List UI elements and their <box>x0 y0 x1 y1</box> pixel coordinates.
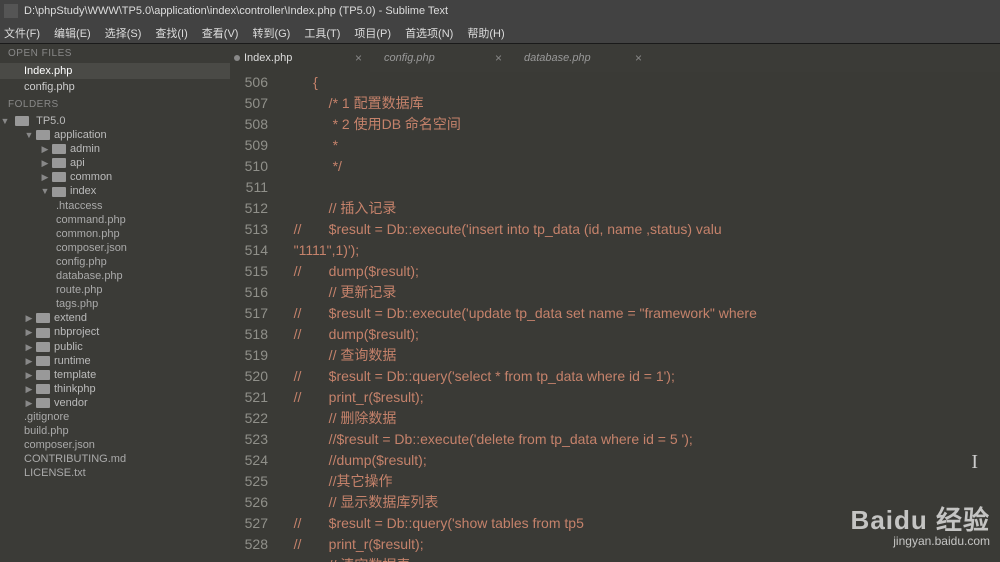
folders-header: FOLDERS <box>0 95 230 114</box>
file-item[interactable]: route.php <box>0 283 230 297</box>
chevron-right-icon: ▶ <box>24 313 34 324</box>
folder-item[interactable]: ▶common <box>0 170 230 184</box>
file-item[interactable]: tags.php <box>0 297 230 311</box>
folder-icon <box>36 356 50 366</box>
folder-item[interactable]: ▼application <box>0 128 230 142</box>
line-gutter: 506 507 508 509 510 511 512 513 514 515 … <box>230 72 282 562</box>
editor-tab[interactable]: config.php× <box>370 44 510 72</box>
editor-tab[interactable]: Index.php× <box>230 44 370 72</box>
folder-item[interactable]: ▶runtime <box>0 354 230 368</box>
open-file-item[interactable]: Index.php <box>0 63 230 79</box>
open-files-header: OPEN FILES <box>0 44 230 63</box>
open-file-item[interactable]: config.php <box>0 79 230 95</box>
folder-icon <box>15 116 29 126</box>
menu-item[interactable]: 查看(V) <box>202 25 239 41</box>
folder-item[interactable]: ▶thinkphp <box>0 382 230 396</box>
chevron-down-icon: ▼ <box>40 186 50 196</box>
file-item[interactable]: database.php <box>0 269 230 283</box>
file-item[interactable]: CONTRIBUTING.md <box>0 452 230 466</box>
chevron-right-icon: ▶ <box>24 342 34 353</box>
file-item[interactable]: config.php <box>0 255 230 269</box>
folder-item[interactable]: ▶vendor <box>0 396 230 410</box>
file-item[interactable]: build.php <box>0 424 230 438</box>
folder-icon <box>52 187 66 197</box>
chevron-right-icon: ▶ <box>24 327 34 338</box>
file-item[interactable]: LICENSE.txt <box>0 466 230 480</box>
menu-item[interactable]: 选择(S) <box>105 25 142 41</box>
close-icon[interactable]: × <box>355 51 362 65</box>
file-item[interactable]: composer.json <box>0 241 230 255</box>
tabbar: Index.php×config.php×database.php× <box>230 44 1000 72</box>
menu-item[interactable]: 工具(T) <box>304 25 340 41</box>
editor-tab[interactable]: database.php× <box>510 44 650 72</box>
window-titlebar: D:\phpStudy\WWW\TP5.0\application\index\… <box>0 0 1000 22</box>
folder-icon <box>36 370 50 380</box>
file-item[interactable]: command.php <box>0 213 230 227</box>
folder-icon <box>36 342 50 352</box>
chevron-right-icon: ▶ <box>24 384 34 395</box>
chevron-down-icon: ▼ <box>24 130 34 140</box>
sidebar: OPEN FILES Index.phpconfig.php FOLDERS ▼… <box>0 44 230 562</box>
folder-root[interactable]: ▼ TP5.0 <box>0 114 230 128</box>
code-lines[interactable]: { /* 1 配置数据库 * 2 使用DB 命名空间 * */ // 插入记录 … <box>282 72 1000 562</box>
folder-item[interactable]: ▶public <box>0 340 230 354</box>
menubar: 文件(F) 编辑(E) 选择(S) 查找(I) 查看(V) 转到(G) 工具(T) 项目(P)… <box>0 22 1000 44</box>
close-icon[interactable]: × <box>495 51 502 65</box>
chevron-down-icon: ▼ <box>0 116 10 126</box>
folder-icon <box>36 384 50 394</box>
folder-item[interactable]: ▶nbproject <box>0 325 230 339</box>
folder-icon <box>36 328 50 338</box>
folder-icon <box>52 144 66 154</box>
folder-icon <box>36 398 50 408</box>
folder-icon <box>36 313 50 323</box>
chevron-right-icon: ▶ <box>40 144 50 155</box>
menu-item[interactable]: 帮助(H) <box>467 25 504 41</box>
file-item[interactable]: composer.json <box>0 438 230 452</box>
window-title: D:\phpStudy\WWW\TP5.0\application\index\… <box>24 5 448 17</box>
folder-item[interactable]: ▶template <box>0 368 230 382</box>
folder-item[interactable]: ▶api <box>0 156 230 170</box>
app-icon <box>4 4 18 18</box>
menu-item[interactable]: 项目(P) <box>354 25 391 41</box>
menu-item[interactable]: 首选项(N) <box>405 25 453 41</box>
dirty-dot-icon <box>234 55 240 61</box>
menu-item[interactable]: 转到(G) <box>252 25 290 41</box>
editor-area: Index.php×config.php×database.php× 506 5… <box>230 44 1000 562</box>
menu-item[interactable]: 文件(F) <box>4 25 40 41</box>
text-cursor-icon: I <box>971 452 978 473</box>
folder-icon <box>52 158 66 168</box>
chevron-right-icon: ▶ <box>40 158 50 169</box>
folder-icon <box>52 172 66 182</box>
close-icon[interactable]: × <box>635 51 642 65</box>
file-item[interactable]: .htaccess <box>0 199 230 213</box>
code-editor[interactable]: 506 507 508 509 510 511 512 513 514 515 … <box>230 72 1000 562</box>
menu-item[interactable]: 编辑(E) <box>54 25 91 41</box>
folder-icon <box>36 130 50 140</box>
chevron-right-icon: ▶ <box>24 398 34 409</box>
file-item[interactable]: common.php <box>0 227 230 241</box>
folder-item[interactable]: ▼index <box>0 184 230 198</box>
folder-item[interactable]: ▶extend <box>0 311 230 325</box>
chevron-right-icon: ▶ <box>24 356 34 367</box>
folder-item[interactable]: ▶admin <box>0 142 230 156</box>
chevron-right-icon: ▶ <box>24 370 34 381</box>
file-item[interactable]: .gitignore <box>0 410 230 424</box>
menu-item[interactable]: 查找(I) <box>155 25 187 41</box>
chevron-right-icon: ▶ <box>40 172 50 183</box>
